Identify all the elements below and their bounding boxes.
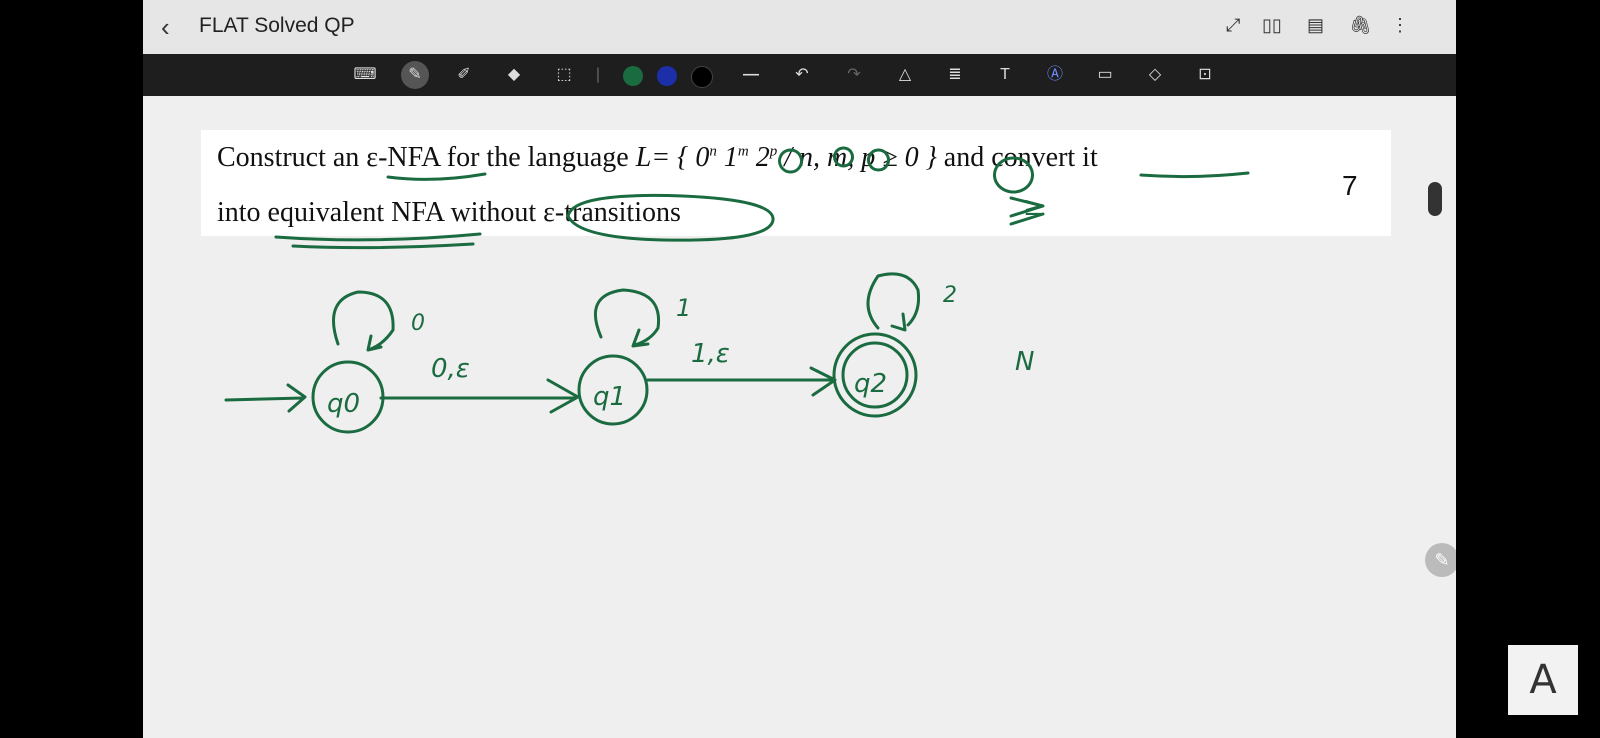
circle-geq <box>993 156 1034 194</box>
transition-q1-q2 <box>646 366 837 397</box>
pencil-icon[interactable]: ✎ <box>1425 543 1456 577</box>
handwritten-diagram: q0 q1 q2 0 1 2 0,ε 1,ε ≥ N <box>224 146 1250 434</box>
loop-label-1: 1 <box>676 294 691 322</box>
circle-e-transitions <box>566 193 775 242</box>
underline-convert <box>1139 171 1250 179</box>
label-q1: q1 <box>593 382 626 412</box>
circle-exponents <box>778 146 890 174</box>
note-app: ‹ FLAT Solved QP ⤢ ▯▯ ▤ 🖇 ⋮ ⌨ ✎ ✐ ◆ ⬚ | … <box>143 0 1456 738</box>
transition-label-q1-q2: 1,ε <box>691 339 730 369</box>
annotation-geq: ≥ <box>1023 192 1045 222</box>
loop-label-0: 0 <box>411 311 425 336</box>
self-loop-q1 <box>593 288 661 348</box>
underline-enfa <box>386 172 487 181</box>
annotation-n: N <box>1015 347 1034 377</box>
self-loop-q2 <box>866 272 920 332</box>
label-q2: q2 <box>854 369 887 399</box>
start-arrow <box>224 383 307 413</box>
a-button[interactable]: A <box>1508 645 1578 715</box>
transition-q0-q1 <box>379 378 580 414</box>
underline-equivalent-nfa <box>274 232 482 250</box>
transition-label-q0-q1: 0,ε <box>431 354 470 384</box>
self-loop-q0 <box>332 290 395 352</box>
loop-label-2: 2 <box>943 283 957 308</box>
label-q0: q0 <box>327 389 360 419</box>
